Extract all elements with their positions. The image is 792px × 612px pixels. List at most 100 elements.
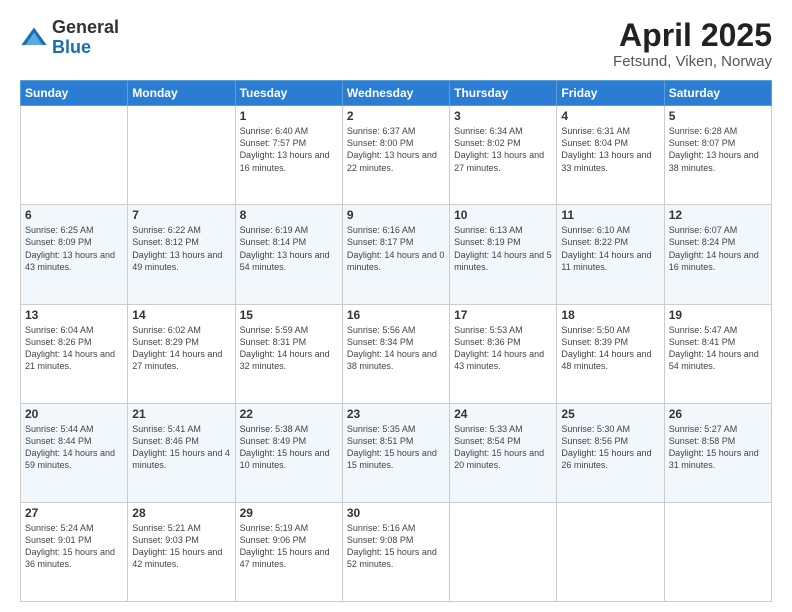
calendar-cell: 3 Sunrise: 6:34 AM Sunset: 8:02 PM Daylig… <box>450 106 557 205</box>
calendar-cell: 20Sunrise: 5:44 AM Sunset: 8:44 PM Dayli… <box>21 403 128 502</box>
calendar-cell: 26 Sunrise: 5:27 AM Sunset: 8:58 PM Dayli… <box>664 403 771 502</box>
day-number: 2 <box>347 109 445 123</box>
logo: General Blue <box>20 18 119 58</box>
calendar-cell <box>664 502 771 601</box>
day-info: Sunrise: 6:22 AM Sunset: 8:12 PM Dayligh… <box>132 224 230 273</box>
day-info: Sunrise: 5:47 AM Sunset: 8:41 PM Dayligh… <box>669 324 767 373</box>
calendar-week-row: 1 Sunrise: 6:40 AM Sunset: 7:57 PM Daylig… <box>21 106 772 205</box>
day-number: 3 <box>454 109 552 123</box>
day-info: Sunrise: 6:28 AM Sunset: 8:07 PM Dayligh… <box>669 125 767 174</box>
day-info: Sunrise: 5:59 AM Sunset: 8:31 PM Dayligh… <box>240 324 338 373</box>
day-number: 22 <box>240 407 338 421</box>
day-info: Sunrise: 5:30 AM Sunset: 8:56 PM Dayligh… <box>561 423 659 472</box>
day-info: Sunrise: 5:16 AM Sunset: 9:08 PM Dayligh… <box>347 522 445 571</box>
day-info: Sunrise: 5:56 AM Sunset: 8:34 PM Dayligh… <box>347 324 445 373</box>
calendar-cell: 19 Sunrise: 5:47 AM Sunset: 8:41 PM Dayli… <box>664 304 771 403</box>
calendar-cell <box>450 502 557 601</box>
day-number: 18 <box>561 308 659 322</box>
calendar-header-row: Sunday Monday Tuesday Wednesday Thursday… <box>21 81 772 106</box>
day-info: Sunrise: 6:16 AM Sunset: 8:17 PM Dayligh… <box>347 224 445 273</box>
day-info: Sunrise: 5:21 AM Sunset: 9:03 PM Dayligh… <box>132 522 230 571</box>
title-month: April 2025 <box>613 18 772 53</box>
day-number: 27 <box>25 506 123 520</box>
calendar-cell: 29 Sunrise: 5:19 AM Sunset: 9:06 PM Dayli… <box>235 502 342 601</box>
calendar-cell: 21 Sunrise: 5:41 AM Sunset: 8:46 PM Dayli… <box>128 403 235 502</box>
day-info: Sunrise: 5:35 AM Sunset: 8:51 PM Dayligh… <box>347 423 445 472</box>
col-saturday: Saturday <box>664 81 771 106</box>
day-number: 1 <box>240 109 338 123</box>
day-number: 20 <box>25 407 123 421</box>
calendar-cell: 14Sunrise: 6:02 AM Sunset: 8:29 PM Dayli… <box>128 304 235 403</box>
day-number: 19 <box>669 308 767 322</box>
day-number: 24 <box>454 407 552 421</box>
day-number: 7 <box>132 208 230 222</box>
day-info: Sunrise: 5:19 AM Sunset: 9:06 PM Dayligh… <box>240 522 338 571</box>
header: General Blue April 2025 Fetsund, Viken, … <box>20 18 772 70</box>
calendar-cell: 12 Sunrise: 6:07 AM Sunset: 8:24 PM Dayli… <box>664 205 771 304</box>
col-tuesday: Tuesday <box>235 81 342 106</box>
day-number: 29 <box>240 506 338 520</box>
col-monday: Monday <box>128 81 235 106</box>
calendar-cell: 5 Sunrise: 6:28 AM Sunset: 8:07 PM Daylig… <box>664 106 771 205</box>
calendar-cell: 27 Sunrise: 5:24 AM Sunset: 9:01 PM Dayli… <box>21 502 128 601</box>
day-number: 26 <box>669 407 767 421</box>
calendar-week-row: 13Sunrise: 6:04 AM Sunset: 8:26 PM Dayli… <box>21 304 772 403</box>
day-info: Sunrise: 6:37 AM Sunset: 8:00 PM Dayligh… <box>347 125 445 174</box>
day-info: Sunrise: 6:19 AM Sunset: 8:14 PM Dayligh… <box>240 224 338 273</box>
calendar-cell <box>128 106 235 205</box>
day-info: Sunrise: 6:34 AM Sunset: 8:02 PM Dayligh… <box>454 125 552 174</box>
calendar-cell <box>557 502 664 601</box>
calendar-cell: 7 Sunrise: 6:22 AM Sunset: 8:12 PM Daylig… <box>128 205 235 304</box>
day-number: 10 <box>454 208 552 222</box>
day-number: 4 <box>561 109 659 123</box>
logo-general: General <box>52 18 119 38</box>
day-number: 15 <box>240 308 338 322</box>
logo-blue: Blue <box>52 38 119 58</box>
title-block: April 2025 Fetsund, Viken, Norway <box>613 18 772 70</box>
day-number: 5 <box>669 109 767 123</box>
logo-text: General Blue <box>52 18 119 58</box>
calendar-cell: 11Sunrise: 6:10 AM Sunset: 8:22 PM Dayli… <box>557 205 664 304</box>
calendar-table: Sunday Monday Tuesday Wednesday Thursday… <box>20 80 772 602</box>
calendar-cell: 6Sunrise: 6:25 AM Sunset: 8:09 PM Daylig… <box>21 205 128 304</box>
day-info: Sunrise: 5:53 AM Sunset: 8:36 PM Dayligh… <box>454 324 552 373</box>
logo-icon <box>20 24 48 52</box>
day-info: Sunrise: 6:07 AM Sunset: 8:24 PM Dayligh… <box>669 224 767 273</box>
day-info: Sunrise: 5:41 AM Sunset: 8:46 PM Dayligh… <box>132 423 230 472</box>
calendar-cell: 8 Sunrise: 6:19 AM Sunset: 8:14 PM Daylig… <box>235 205 342 304</box>
day-info: Sunrise: 5:24 AM Sunset: 9:01 PM Dayligh… <box>25 522 123 571</box>
calendar-cell: 4Sunrise: 6:31 AM Sunset: 8:04 PM Daylig… <box>557 106 664 205</box>
day-number: 30 <box>347 506 445 520</box>
day-number: 12 <box>669 208 767 222</box>
day-number: 14 <box>132 308 230 322</box>
day-number: 21 <box>132 407 230 421</box>
day-info: Sunrise: 6:25 AM Sunset: 8:09 PM Dayligh… <box>25 224 123 273</box>
day-info: Sunrise: 5:27 AM Sunset: 8:58 PM Dayligh… <box>669 423 767 472</box>
calendar-cell: 10Sunrise: 6:13 AM Sunset: 8:19 PM Dayli… <box>450 205 557 304</box>
calendar-cell: 15 Sunrise: 5:59 AM Sunset: 8:31 PM Dayli… <box>235 304 342 403</box>
page: General Blue April 2025 Fetsund, Viken, … <box>0 0 792 612</box>
day-info: Sunrise: 5:50 AM Sunset: 8:39 PM Dayligh… <box>561 324 659 373</box>
day-number: 28 <box>132 506 230 520</box>
day-number: 16 <box>347 308 445 322</box>
calendar-cell <box>21 106 128 205</box>
calendar-cell: 1 Sunrise: 6:40 AM Sunset: 7:57 PM Daylig… <box>235 106 342 205</box>
day-number: 8 <box>240 208 338 222</box>
day-info: Sunrise: 6:40 AM Sunset: 7:57 PM Dayligh… <box>240 125 338 174</box>
calendar-cell: 28 Sunrise: 5:21 AM Sunset: 9:03 PM Dayli… <box>128 502 235 601</box>
calendar-cell: 30 Sunrise: 5:16 AM Sunset: 9:08 PM Dayli… <box>342 502 449 601</box>
calendar-week-row: 27 Sunrise: 5:24 AM Sunset: 9:01 PM Dayli… <box>21 502 772 601</box>
day-info: Sunrise: 5:33 AM Sunset: 8:54 PM Dayligh… <box>454 423 552 472</box>
calendar-cell: 13Sunrise: 6:04 AM Sunset: 8:26 PM Dayli… <box>21 304 128 403</box>
day-info: Sunrise: 6:10 AM Sunset: 8:22 PM Dayligh… <box>561 224 659 273</box>
calendar-cell: 18 Sunrise: 5:50 AM Sunset: 8:39 PM Dayli… <box>557 304 664 403</box>
calendar-cell: 9 Sunrise: 6:16 AM Sunset: 8:17 PM Daylig… <box>342 205 449 304</box>
col-friday: Friday <box>557 81 664 106</box>
calendar-cell: 25Sunrise: 5:30 AM Sunset: 8:56 PM Dayli… <box>557 403 664 502</box>
col-wednesday: Wednesday <box>342 81 449 106</box>
calendar-cell: 23Sunrise: 5:35 AM Sunset: 8:51 PM Dayli… <box>342 403 449 502</box>
day-number: 17 <box>454 308 552 322</box>
calendar-cell: 2 Sunrise: 6:37 AM Sunset: 8:00 PM Daylig… <box>342 106 449 205</box>
calendar-week-row: 20Sunrise: 5:44 AM Sunset: 8:44 PM Dayli… <box>21 403 772 502</box>
day-number: 9 <box>347 208 445 222</box>
